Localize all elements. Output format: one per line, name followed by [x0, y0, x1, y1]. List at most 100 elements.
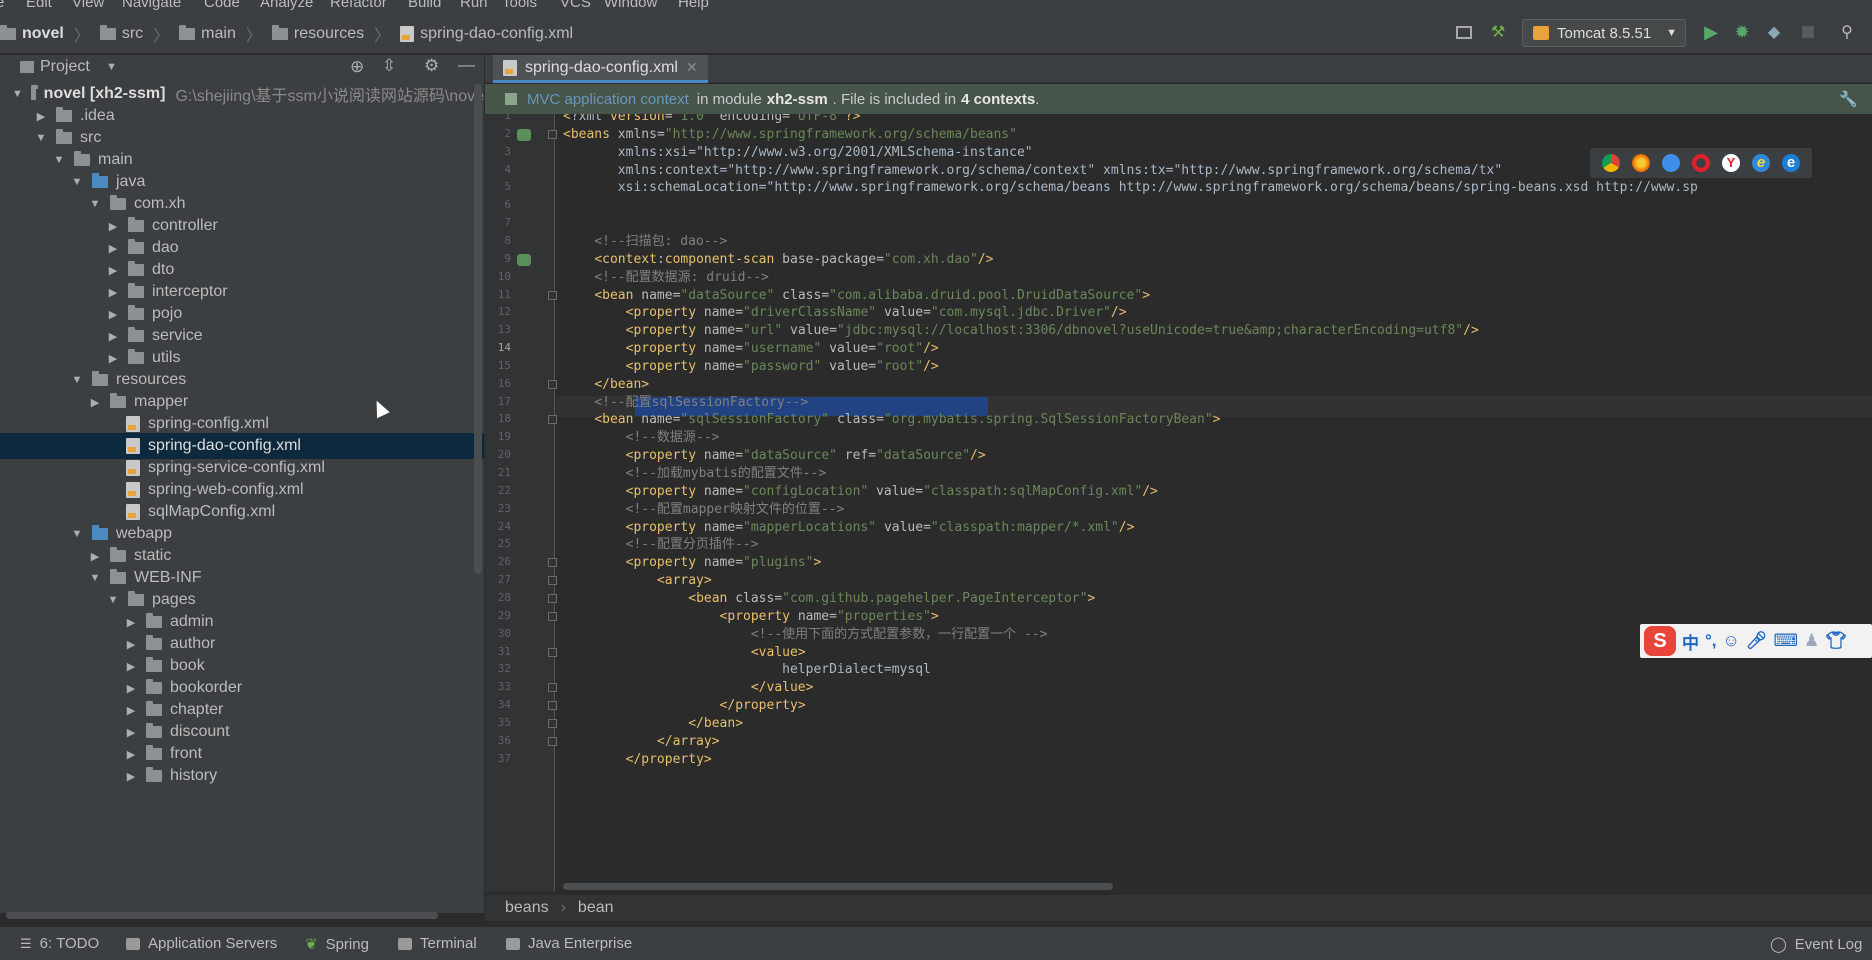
internet-explorer-icon[interactable]: e	[1752, 154, 1770, 172]
menu-analyze[interactable]: Analyze	[260, 0, 313, 11]
run-icon[interactable]: ▶	[1700, 21, 1722, 43]
chrome-icon[interactable]	[1602, 154, 1620, 172]
expanded-arrow-icon[interactable]: ▼	[12, 88, 23, 100]
opera-icon[interactable]	[1692, 154, 1710, 172]
user-icon[interactable]: ♟	[1804, 631, 1819, 651]
ime-punctuation-toggle[interactable]: °,	[1705, 631, 1717, 651]
mvc-context-link[interactable]: MVC application context	[527, 91, 689, 108]
collapsed-arrow-icon[interactable]: ▶	[124, 682, 138, 695]
project-horizontal-scrollbar[interactable]	[6, 912, 438, 919]
code-line[interactable]: xsi:schemaLocation="http://www.springfra…	[563, 177, 1698, 198]
fold-marker-icon[interactable]	[548, 129, 557, 139]
keyboard-icon[interactable]: ⌨	[1773, 631, 1798, 651]
coverage-icon[interactable]: ◆	[1763, 21, 1785, 43]
breadcrumb-main[interactable]: main	[201, 25, 236, 43]
search-icon[interactable]: ⚲	[1836, 21, 1858, 43]
expanded-arrow-icon[interactable]: ▼	[88, 198, 102, 210]
code-editor[interactable]: 1 2 3 4 5 6 7 8 9 10 11 12 13 14 15 16 17 18 19 20 21 22 23 24 2…	[485, 114, 1872, 892]
close-icon[interactable]: ✕	[686, 59, 698, 76]
collapsed-arrow-icon[interactable]: ▶	[88, 396, 102, 409]
stop-icon[interactable]	[1797, 21, 1819, 43]
expanded-arrow-icon[interactable]: ▼	[70, 528, 84, 540]
locate-icon[interactable]: ⊕	[350, 57, 364, 77]
collapsed-arrow-icon[interactable]: ▶	[124, 726, 138, 739]
build-hammer-icon[interactable]: ⚒	[1487, 21, 1509, 43]
fold-marker-icon[interactable]	[548, 379, 557, 389]
fold-marker-icon[interactable]	[548, 683, 557, 693]
code-line[interactable]: </property>	[563, 749, 712, 770]
collapsed-arrow-icon[interactable]: ▶	[124, 770, 138, 783]
yandex-icon[interactable]: Y	[1722, 154, 1740, 172]
collapsed-arrow-icon[interactable]: ▶	[106, 352, 120, 365]
editor-breadcrumb-bean[interactable]: bean	[578, 899, 614, 917]
firefox-icon[interactable]	[1632, 154, 1650, 172]
collapsed-arrow-icon[interactable]: ▶	[88, 550, 102, 563]
collapsed-arrow-icon[interactable]: ▶	[106, 242, 120, 255]
expanded-arrow-icon[interactable]: ▼	[52, 154, 66, 166]
menu-run[interactable]: Run	[460, 0, 488, 11]
fold-marker-icon[interactable]	[548, 558, 557, 568]
fold-marker-icon[interactable]	[548, 611, 557, 621]
code-lines[interactable]: <?xml version="1.0" encoding="UTF-8"?> <b…	[563, 114, 1863, 892]
editor-tab-spring-dao-config[interactable]: spring-dao-config.xml ✕	[493, 55, 708, 83]
expanded-arrow-icon[interactable]: ▼	[34, 132, 48, 144]
wrench-icon[interactable]: 🔧	[1839, 90, 1858, 108]
editor-breadcrumb-beans[interactable]: beans	[505, 899, 549, 917]
ime-language-toggle[interactable]: 中	[1682, 629, 1699, 654]
editor-horizontal-scrollbar[interactable]	[563, 883, 1113, 890]
fold-marker-icon[interactable]	[548, 415, 557, 425]
safari-icon[interactable]	[1662, 154, 1680, 172]
fold-marker-icon[interactable]	[548, 736, 557, 746]
breadcrumb-src[interactable]: src	[122, 25, 143, 43]
menu-view[interactable]: View	[72, 0, 104, 11]
terminal-icon[interactable]	[1453, 21, 1475, 43]
collapsed-arrow-icon[interactable]: ▶	[124, 638, 138, 651]
collapsed-arrow-icon[interactable]: ▶	[34, 110, 48, 123]
menu-help[interactable]: Help	[678, 0, 709, 11]
chevron-down-icon[interactable]: ▼	[106, 61, 117, 73]
fold-marker-icon[interactable]	[548, 576, 557, 586]
menu-file[interactable]: e	[0, 0, 4, 11]
collapsed-arrow-icon[interactable]: ▶	[124, 748, 138, 761]
event-log-button[interactable]: ◯ Event Log	[1770, 935, 1862, 954]
expanded-arrow-icon[interactable]: ▼	[88, 572, 102, 584]
skin-shirt-icon[interactable]: 👕︎	[1825, 631, 1847, 651]
fold-marker-icon[interactable]	[548, 718, 557, 728]
collapsed-arrow-icon[interactable]: ▶	[106, 308, 120, 321]
menu-window[interactable]: Window	[604, 0, 657, 11]
expanded-arrow-icon[interactable]: ▼	[106, 594, 120, 606]
collapsed-arrow-icon[interactable]: ▶	[106, 264, 120, 277]
menu-edit[interactable]: Edit	[26, 0, 52, 11]
java-enterprise-tool-button[interactable]: Java Enterprise	[506, 935, 632, 952]
project-panel-title[interactable]: Project	[40, 58, 90, 76]
collapsed-arrow-icon[interactable]: ▶	[106, 286, 120, 299]
sogou-logo-icon[interactable]: S	[1644, 626, 1676, 656]
spring-bean-gutter-icon[interactable]	[517, 128, 531, 141]
menu-build[interactable]: Build	[408, 0, 441, 11]
expanded-arrow-icon[interactable]: ▼	[70, 374, 84, 386]
collapsed-arrow-icon[interactable]: ▶	[124, 616, 138, 629]
spring-tool-button[interactable]: ❦ Spring	[305, 935, 369, 954]
fold-marker-icon[interactable]	[548, 647, 557, 657]
collapsed-arrow-icon[interactable]: ▶	[106, 220, 120, 233]
debug-icon[interactable]: ✹	[1731, 21, 1753, 43]
run-configuration-select[interactable]: Tomcat 8.5.51 ▼	[1522, 19, 1686, 47]
menu-navigate[interactable]: Navigate	[122, 0, 181, 11]
todo-tool-button[interactable]: ☰ 6: TODO	[20, 935, 99, 952]
terminal-tool-button[interactable]: Terminal	[398, 935, 477, 952]
collapsed-arrow-icon[interactable]: ▶	[124, 704, 138, 717]
emoji-icon[interactable]: ☺	[1723, 631, 1740, 651]
collapsed-arrow-icon[interactable]: ▶	[106, 330, 120, 343]
spring-bean-gutter-icon[interactable]	[517, 253, 531, 266]
menu-vcs[interactable]: VCS	[560, 0, 591, 11]
fold-marker-icon[interactable]	[548, 593, 557, 603]
expanded-arrow-icon[interactable]: ▼	[70, 176, 84, 188]
microphone-icon[interactable]: 🎤︎	[1746, 631, 1768, 651]
fold-marker-icon[interactable]	[548, 701, 557, 711]
collapse-all-icon[interactable]: ⇳	[382, 56, 396, 76]
application-servers-tool-button[interactable]: Application Servers	[126, 935, 277, 952]
collapsed-arrow-icon[interactable]: ▶	[124, 660, 138, 673]
gear-icon[interactable]: ⚙	[424, 56, 439, 76]
menu-refactor[interactable]: Refactor	[330, 0, 387, 11]
project-vertical-scrollbar[interactable]	[474, 84, 482, 574]
